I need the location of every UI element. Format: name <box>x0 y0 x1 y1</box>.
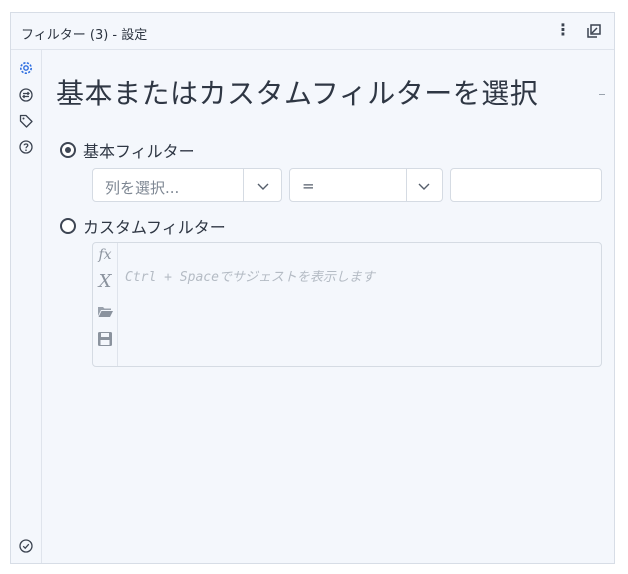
settings-content: 基本またはカスタムフィルターを選択 基本フィルター 列を選択... = カスタム <box>42 50 614 563</box>
panel-title: フィルター (3) - 設定 <box>21 28 148 43</box>
editor-placeholder: Ctrl + Spaceでサジェストを表示します <box>125 270 375 285</box>
heading-divider <box>599 94 605 95</box>
custom-filter-option[interactable]: カスタムフィルター <box>60 214 226 238</box>
custom-expression-editor[interactable]: fx X Ctrl + Spaceでサジェストを表示します <box>92 242 602 367</box>
save-icon[interactable] <box>95 329 115 349</box>
variable-icon[interactable]: X <box>95 271 115 292</box>
more-vertical-icon[interactable]: ⋮ <box>555 19 571 41</box>
filter-settings-panel: フィルター (3) - 設定 ⋮ 基本またはカスタムフィルターを選択 基本フィル… <box>10 12 615 564</box>
help-icon[interactable] <box>18 139 34 155</box>
operator-select-value: = <box>302 177 315 195</box>
chevron-down-icon[interactable] <box>255 178 271 194</box>
custom-filter-radio[interactable] <box>60 218 76 234</box>
editor-toolbar: fx X <box>93 243 118 366</box>
operator-select[interactable]: = <box>289 168 443 202</box>
function-icon[interactable]: fx <box>95 245 115 265</box>
tag-icon[interactable] <box>18 113 34 129</box>
basic-filter-option[interactable]: 基本フィルター <box>60 138 195 162</box>
filter-value-input[interactable] <box>450 168 602 202</box>
panel-title-bar: フィルター (3) - 設定 ⋮ <box>11 13 614 50</box>
left-rail <box>11 50 42 563</box>
popout-icon[interactable] <box>585 22 603 40</box>
column-select-placeholder: 列を選択... <box>105 179 180 197</box>
column-select[interactable]: 列を選択... <box>92 168 282 202</box>
page-heading: 基本またはカスタムフィルターを選択 <box>56 77 539 110</box>
swap-icon[interactable] <box>18 87 34 103</box>
chevron-down-icon[interactable] <box>416 178 432 194</box>
check-circle-icon[interactable] <box>18 538 34 554</box>
folder-open-icon[interactable] <box>95 301 115 321</box>
custom-filter-label: カスタムフィルター <box>83 218 226 237</box>
basic-filter-label: 基本フィルター <box>83 142 195 161</box>
basic-filter-radio[interactable] <box>60 142 76 158</box>
gear-icon[interactable] <box>18 60 34 76</box>
